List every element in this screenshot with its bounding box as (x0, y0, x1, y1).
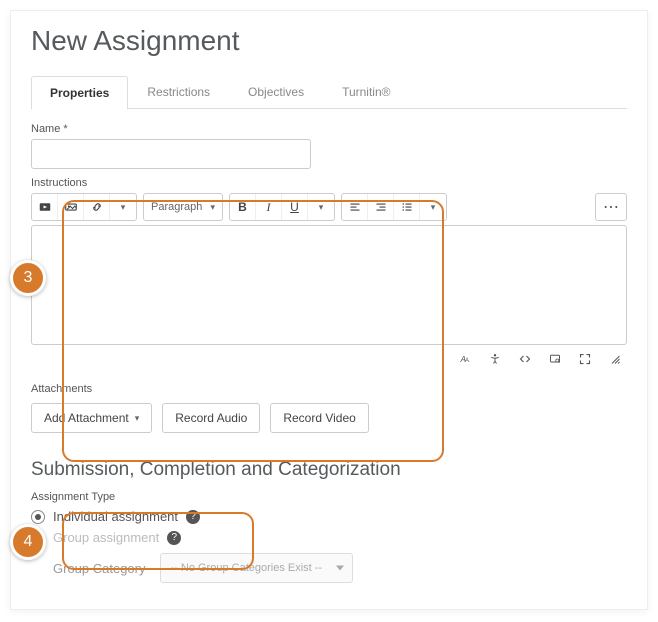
svg-text:A: A (465, 358, 469, 364)
more-toolbar-button[interactable]: ⋯ (595, 193, 627, 221)
paragraph-select[interactable]: Paragraph▾ (144, 194, 222, 220)
insert-video-icon[interactable] (32, 194, 58, 220)
preview-icon[interactable] (547, 351, 563, 367)
add-attachment-button[interactable]: Add Attachment▾ (31, 403, 152, 433)
bold-button[interactable]: B (230, 194, 256, 220)
fullscreen-icon[interactable] (577, 351, 593, 367)
insert-image-icon[interactable] (58, 194, 84, 220)
attachments-label: Attachments (31, 383, 627, 395)
tab-strip: Properties Restrictions Objectives Turni… (31, 75, 627, 109)
record-video-button[interactable]: Record Video (270, 403, 369, 433)
tab-objectives[interactable]: Objectives (229, 75, 323, 108)
record-audio-button[interactable]: Record Audio (162, 403, 260, 433)
help-icon[interactable]: ? (167, 531, 181, 545)
list-icon[interactable] (394, 194, 420, 220)
align-right-icon[interactable] (368, 194, 394, 220)
insert-dropdown[interactable]: ▾ (110, 194, 136, 220)
format-dropdown[interactable]: ▾ (308, 194, 334, 220)
name-label: Name * (31, 123, 627, 135)
insert-link-icon[interactable] (84, 194, 110, 220)
resize-icon[interactable] (607, 351, 623, 367)
list-dropdown[interactable]: ▾ (420, 194, 446, 220)
assignment-type-label: Assignment Type (31, 491, 627, 503)
tab-turnitin[interactable]: Turnitin® (323, 75, 409, 108)
radio-group-label: Group assignment (53, 530, 159, 545)
group-category-select[interactable]: -- No Group Categories Exist -- (160, 553, 354, 583)
accessibility-icon[interactable] (487, 351, 503, 367)
html-source-icon[interactable] (517, 351, 533, 367)
help-icon[interactable]: ? (186, 510, 200, 524)
editor-toolbar: ▾ Paragraph▾ B I U ▾ ▾ ⋯ (31, 193, 627, 221)
tab-restrictions[interactable]: Restrictions (128, 75, 229, 108)
tab-properties[interactable]: Properties (31, 76, 128, 109)
underline-button[interactable]: U (282, 194, 308, 220)
name-input[interactable] (31, 139, 311, 169)
group-category-label: Group Category (53, 561, 146, 576)
align-left-icon[interactable] (342, 194, 368, 220)
section-heading-submission: Submission, Completion and Categorizatio… (31, 459, 627, 481)
radio-group[interactable]: Group assignment ? (31, 530, 627, 545)
radio-individual-label: Individual assignment (53, 509, 178, 524)
page-title: New Assignment (31, 25, 627, 57)
italic-button[interactable]: I (256, 194, 282, 220)
radio-individual[interactable]: Individual assignment ? (31, 509, 627, 524)
font-icon[interactable]: AA (457, 351, 473, 367)
instructions-label: Instructions (31, 177, 627, 189)
instructions-editor[interactable] (31, 225, 627, 345)
